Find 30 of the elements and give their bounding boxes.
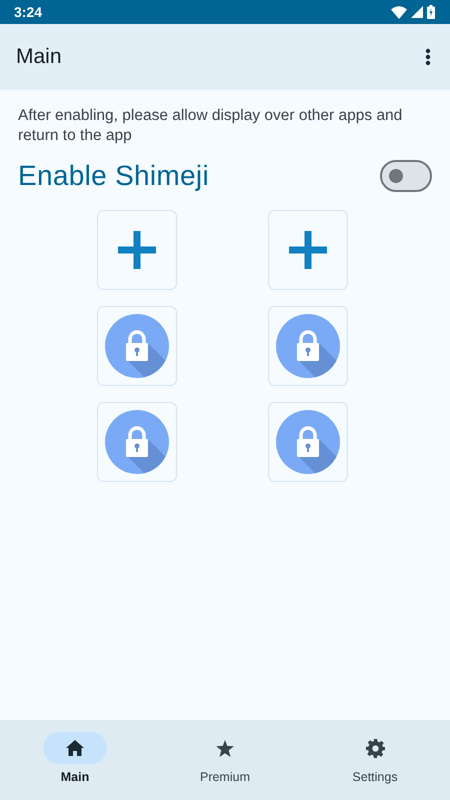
nav-tab[interactable]: Main xyxy=(0,720,150,800)
add-tile[interactable] xyxy=(96,210,176,290)
add-tile[interactable] xyxy=(268,210,348,290)
nav-tab[interactable]: Settings xyxy=(300,720,450,800)
nav-label: Premium xyxy=(200,770,250,784)
wifi-icon xyxy=(391,6,407,18)
plus-icon xyxy=(288,231,326,269)
star-icon xyxy=(216,740,234,756)
locked-tile[interactable] xyxy=(268,402,348,482)
lock-icon xyxy=(104,410,168,474)
battery-icon xyxy=(427,5,435,19)
locked-tile[interactable] xyxy=(268,306,348,386)
lock-icon xyxy=(276,410,340,474)
nav-tab[interactable]: Premium xyxy=(150,720,300,800)
nav-label: Main xyxy=(60,770,90,784)
more-options-icon[interactable] xyxy=(425,48,431,66)
home-icon xyxy=(66,740,84,756)
screen-title: Main xyxy=(16,45,62,69)
toggle-switch[interactable] xyxy=(380,160,432,192)
clock: 3:24 xyxy=(14,4,42,20)
locked-tile[interactable] xyxy=(96,306,176,386)
settings-icon xyxy=(366,738,384,758)
lock-icon xyxy=(104,314,168,378)
nav-label: Settings xyxy=(352,770,398,784)
signal-icon xyxy=(411,6,423,18)
lock-icon xyxy=(276,314,340,378)
plus-icon xyxy=(118,231,156,269)
instruction-text: After enabling, please allow display over other apps and return to the app xyxy=(18,106,404,146)
enable-label: Enable Shimeji xyxy=(18,160,209,192)
locked-tile[interactable] xyxy=(96,402,176,482)
